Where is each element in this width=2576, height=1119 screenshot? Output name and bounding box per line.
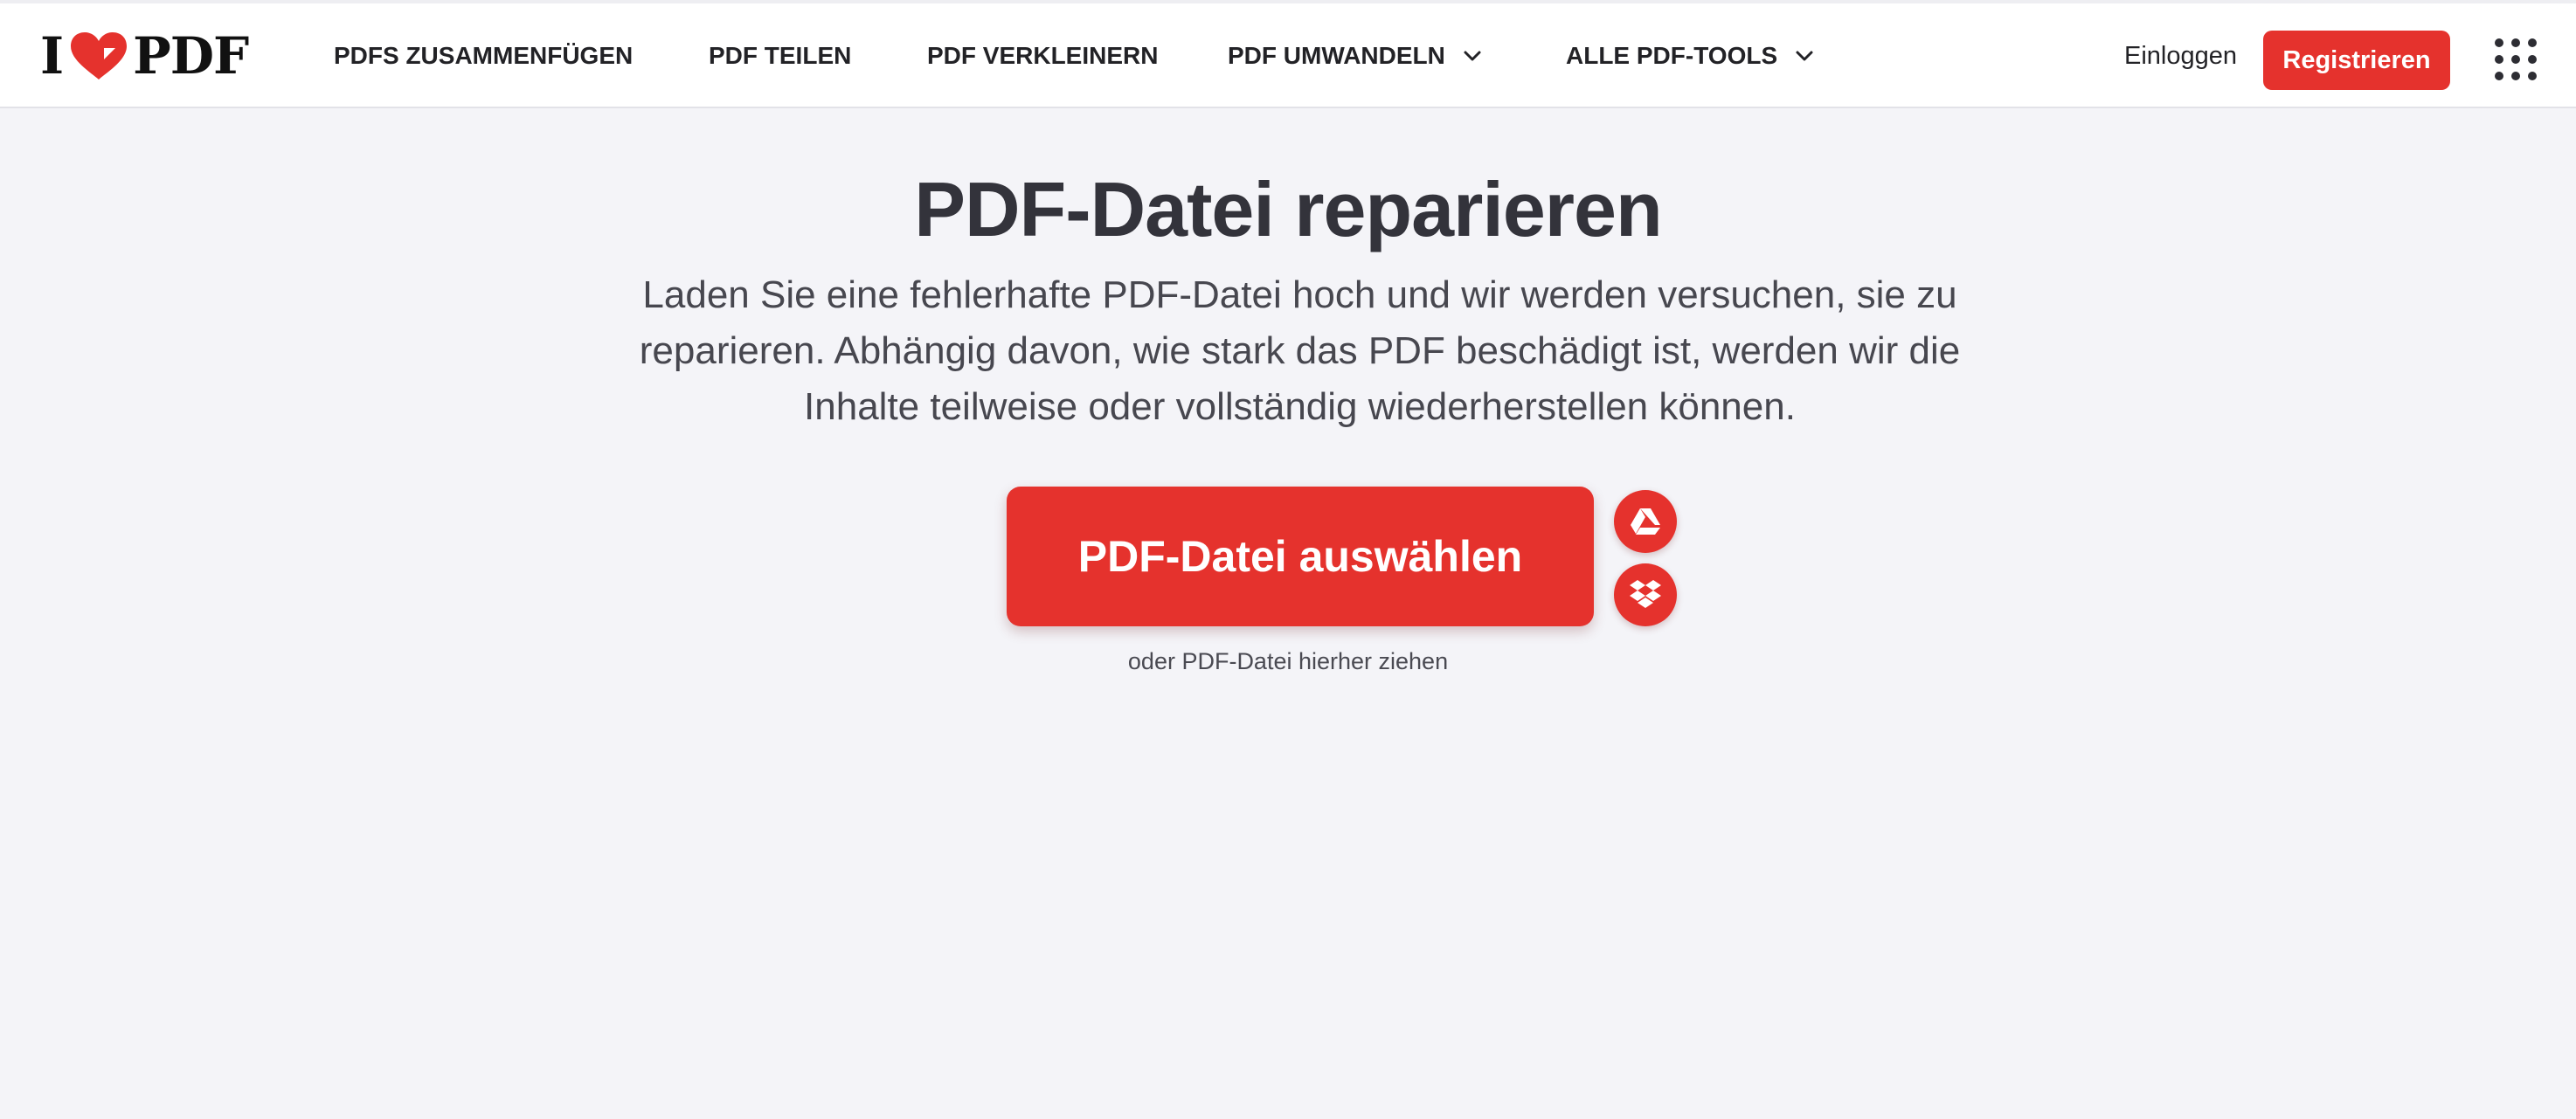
page-description: Laden Sie eine fehlerhafte PDF-Datei hoc…: [639, 273, 1961, 428]
login-link[interactable]: Einloggen: [2124, 3, 2237, 108]
page-title: PDF-Datei reparieren: [914, 166, 1662, 252]
google-drive-button[interactable]: [1614, 490, 1677, 553]
drop-hint: oder PDF-Datei hierher ziehen: [1127, 648, 1449, 674]
nav-label: PDF UMWANDELN: [1228, 42, 1445, 69]
chevron-down-icon: [1795, 50, 1814, 62]
top-navbar: I PDF PDFS ZUSAMMENFÜGEN PDF TEILEN PDF …: [0, 3, 2576, 108]
nav-label: PDF TEILEN: [709, 42, 852, 69]
nav-compress-pdf[interactable]: PDF VERKLEINERN: [927, 3, 1158, 108]
nav-split-pdf[interactable]: PDF TEILEN: [709, 3, 851, 108]
dropbox-icon: [1628, 578, 1663, 611]
nav-all-pdf-tools[interactable]: ALLE PDF-TOOLS: [1566, 3, 1814, 108]
nav-label: PDFS ZUSAMMENFÜGEN: [334, 42, 634, 69]
ilovepdf-logo[interactable]: I PDF: [40, 26, 249, 86]
grid-icon[interactable]: [2495, 38, 2538, 82]
heart-icon: [68, 31, 129, 81]
register-button[interactable]: Registrieren: [2263, 31, 2450, 90]
chevron-down-icon: [1463, 50, 1482, 62]
nav-label: ALLE PDF-TOOLS: [1566, 42, 1778, 69]
logo-suffix: PDF: [133, 26, 249, 86]
nav-merge-pdfs[interactable]: PDFS ZUSAMMENFÜGEN: [334, 3, 633, 108]
select-pdf-button[interactable]: PDF-Datei auswählen: [1007, 487, 1594, 626]
nav-convert-pdf[interactable]: PDF UMWANDELN: [1228, 3, 1482, 108]
google-drive-icon: [1628, 506, 1663, 537]
logo-prefix: I: [40, 26, 64, 86]
dropbox-button[interactable]: [1614, 563, 1677, 626]
nav-label: PDF VERKLEINERN: [927, 42, 1159, 69]
